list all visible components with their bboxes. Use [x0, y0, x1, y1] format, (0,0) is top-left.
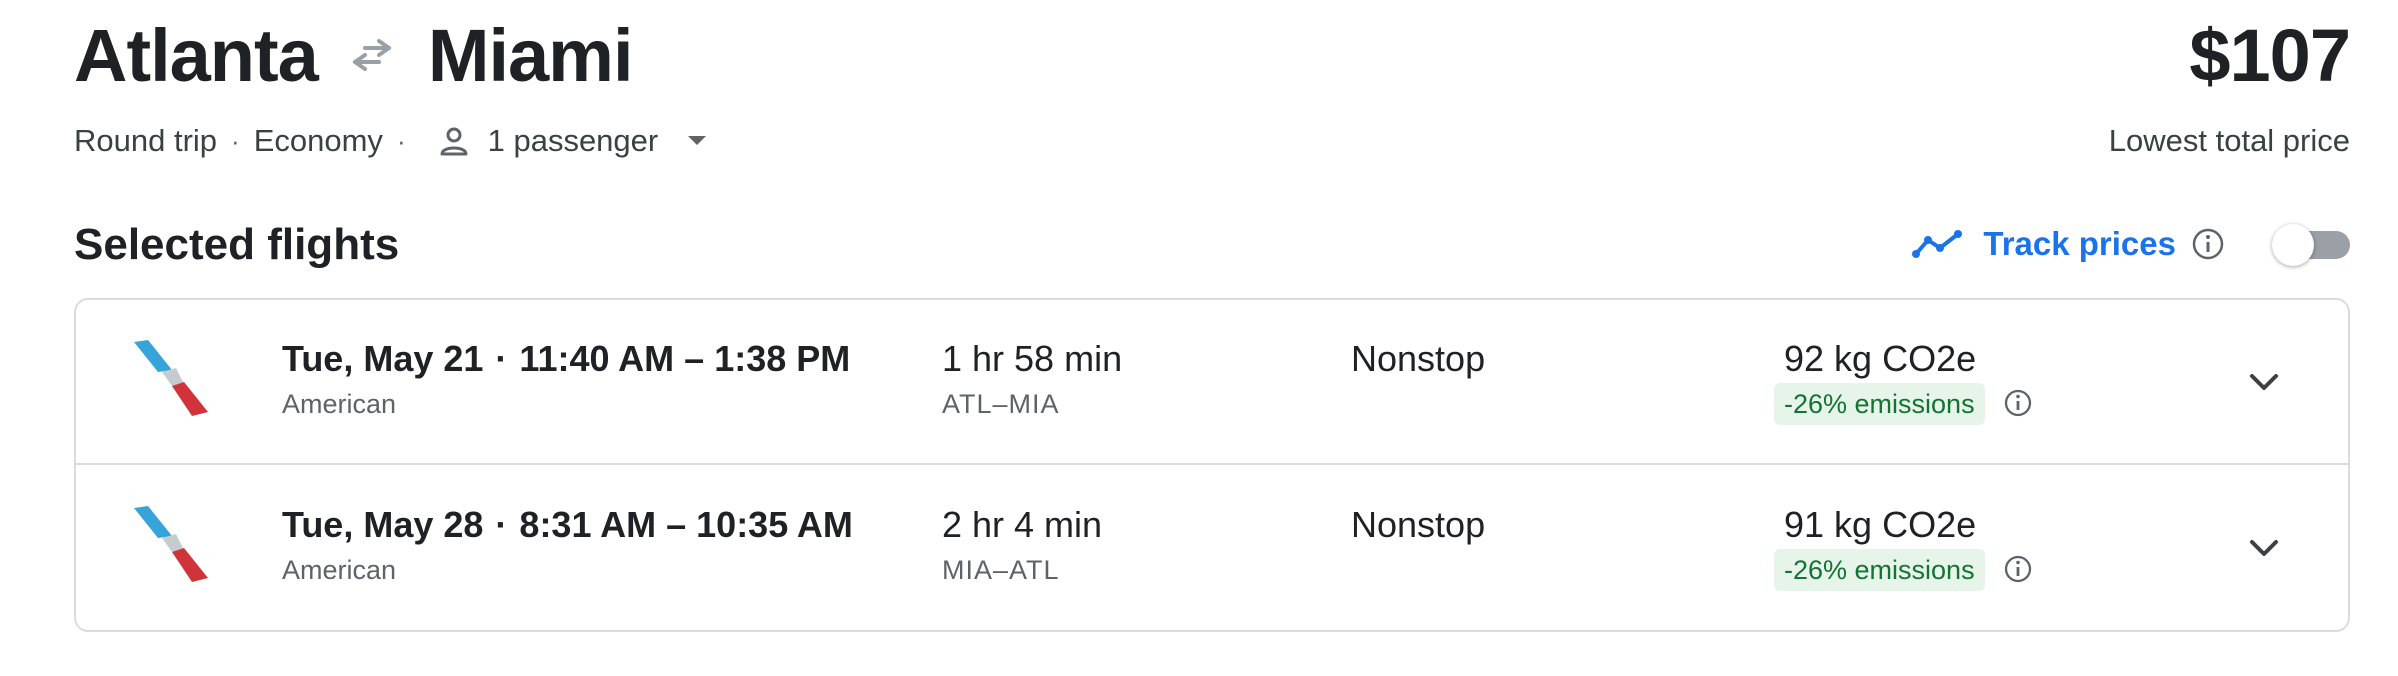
- airline-logo-icon: [128, 502, 212, 586]
- flight-summary-page: Atlanta Miami $107 Lowest total price Ro…: [0, 0, 2398, 676]
- trip-options: Round trip · Economy · 1 passenger: [74, 120, 712, 162]
- airline-name: American: [282, 389, 397, 419]
- flight-duration: 2 hr 4 min: [942, 504, 1103, 545]
- route-title: Atlanta Miami: [74, 13, 634, 97]
- info-icon[interactable]: [2003, 554, 2035, 586]
- flight-time-range: 8:31 AM – 10:35 AM: [519, 504, 853, 545]
- flight-date: Tue, May 28: [282, 504, 484, 545]
- toggle-knob: [2272, 224, 2314, 266]
- info-icon[interactable]: [2190, 226, 2226, 262]
- emissions-badge: -26% emissions: [1774, 549, 1985, 591]
- flight-emissions: 92 kg CO2e: [1784, 338, 1977, 379]
- track-prices-toggle[interactable]: [2272, 223, 2350, 266]
- flight-times: Tue, May 21 · 11:40 AM – 1:38 PM: [282, 336, 850, 382]
- price-caption: Lowest total price: [2108, 123, 2350, 158]
- swap-arrows-icon: [342, 25, 402, 85]
- flight-row[interactable]: Tue, May 28 · 8:31 AM – 10:35 AM American …: [76, 466, 2348, 630]
- separator-dot: ·: [495, 504, 508, 545]
- origin-city: Atlanta: [74, 13, 319, 97]
- separator-dot: ·: [396, 125, 406, 156]
- chevron-down-icon[interactable]: [2242, 360, 2286, 404]
- airline-logo-icon: [128, 336, 212, 420]
- chevron-down-icon[interactable]: [2242, 526, 2286, 570]
- airline-name: American: [282, 555, 397, 585]
- destination-city: Miami: [427, 13, 634, 97]
- section-title: Selected flights: [74, 220, 400, 269]
- total-price: $107: [2189, 13, 2351, 97]
- flight-emissions: 91 kg CO2e: [1784, 504, 1977, 545]
- separator-dot: ·: [231, 125, 240, 156]
- flight-airports: ATL–MIA: [942, 389, 1060, 419]
- flight-stops: Nonstop: [1351, 338, 1486, 379]
- flight-stops: Nonstop: [1351, 504, 1486, 545]
- track-prices-label[interactable]: Track prices: [1983, 225, 2176, 263]
- info-icon[interactable]: [2003, 388, 2035, 420]
- passenger-selector[interactable]: 1 passenger: [488, 123, 659, 159]
- track-prices: Track prices: [1911, 216, 2350, 272]
- emissions-badge: -26% emissions: [1774, 383, 1985, 425]
- flight-times: Tue, May 28 · 8:31 AM – 10:35 AM: [282, 502, 853, 548]
- trending-line-icon: [1911, 217, 1965, 271]
- flight-duration: 1 hr 58 min: [942, 338, 1123, 379]
- caret-down-icon[interactable]: [682, 126, 712, 156]
- flight-date: Tue, May 21: [282, 338, 484, 379]
- person-icon: [434, 121, 474, 161]
- selected-flights-card: Tue, May 21 · 11:40 AM – 1:38 PM American …: [74, 298, 2350, 632]
- flight-airports: MIA–ATL: [942, 555, 1060, 585]
- trip-type[interactable]: Round trip: [74, 123, 217, 159]
- cabin-class[interactable]: Economy: [254, 123, 383, 159]
- flight-time-range: 11:40 AM – 1:38 PM: [519, 338, 851, 379]
- separator-dot: ·: [495, 338, 508, 379]
- flight-row[interactable]: Tue, May 21 · 11:40 AM – 1:38 PM American …: [76, 300, 2348, 465]
